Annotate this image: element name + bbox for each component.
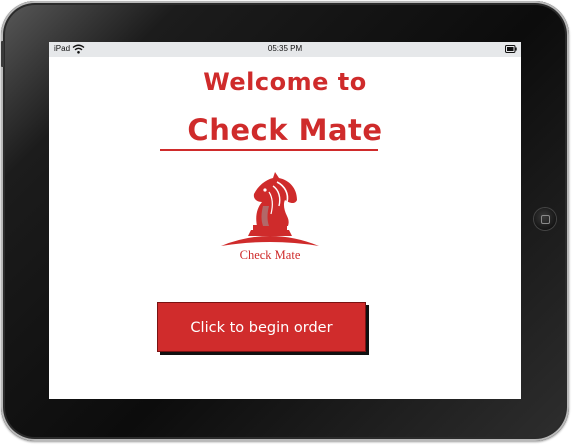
app-title: Check Mate [187,113,383,147]
status-time: 05:35 PM [267,44,303,53]
chess-knight-icon [221,172,319,246]
volume-button [1,41,4,67]
check-mate-logo: Check Mate [217,172,323,268]
welcome-heading: Welcome to [203,68,367,96]
app-screen: iPad 05:35 PM Welcome to Check Mate Chec… [49,42,521,399]
begin-order-button[interactable]: Click to begin order [157,302,366,352]
ipad-frame: iPad 05:35 PM Welcome to Check Mate Chec… [1,1,569,441]
home-button[interactable] [534,208,556,230]
battery-icon [505,45,517,53]
status-bar: iPad 05:35 PM [49,42,521,57]
title-underline [160,149,378,151]
logo-caption: Check Mate [239,248,301,262]
